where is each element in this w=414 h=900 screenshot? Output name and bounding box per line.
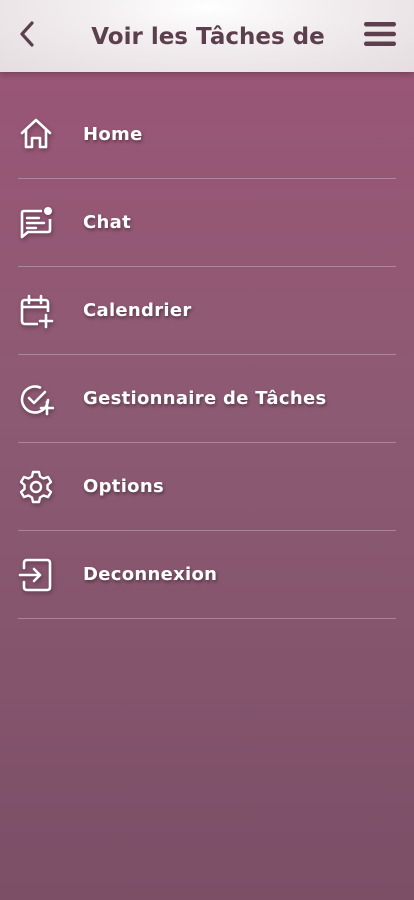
menu-item-calendrier[interactable]: Calendrier [18,267,396,355]
menu-item-label: Options [83,476,164,497]
app-header: Voir les Tâches de [0,0,414,72]
menu-item-label: Calendrier [83,300,192,321]
menu-item-gestionnaire[interactable]: Gestionnaire de Tâches [18,355,396,443]
menu-item-chat[interactable]: Chat [18,179,396,267]
calendar-add-icon [18,293,54,329]
chevron-left-icon [17,20,37,52]
hamburger-menu-icon [362,20,398,52]
gear-icon [18,469,54,505]
menu-item-label: Chat [83,212,131,233]
home-icon [18,116,54,152]
menu-item-deconnexion[interactable]: Deconnexion [18,531,396,619]
menu-button[interactable] [358,18,402,54]
side-menu: Home Chat Calendrier Gestionnaire de Tâc… [18,90,396,619]
task-check-icon [18,381,54,417]
logout-icon [18,557,54,593]
menu-item-label: Gestionnaire de Tâches [83,388,327,409]
menu-item-home[interactable]: Home [18,90,396,179]
back-button[interactable] [10,18,44,54]
page-title: Voir les Tâches de [91,24,325,50]
menu-item-label: Home [83,123,143,145]
chat-icon [18,205,54,241]
menu-item-label: Deconnexion [83,564,218,585]
menu-item-options[interactable]: Options [18,443,396,531]
